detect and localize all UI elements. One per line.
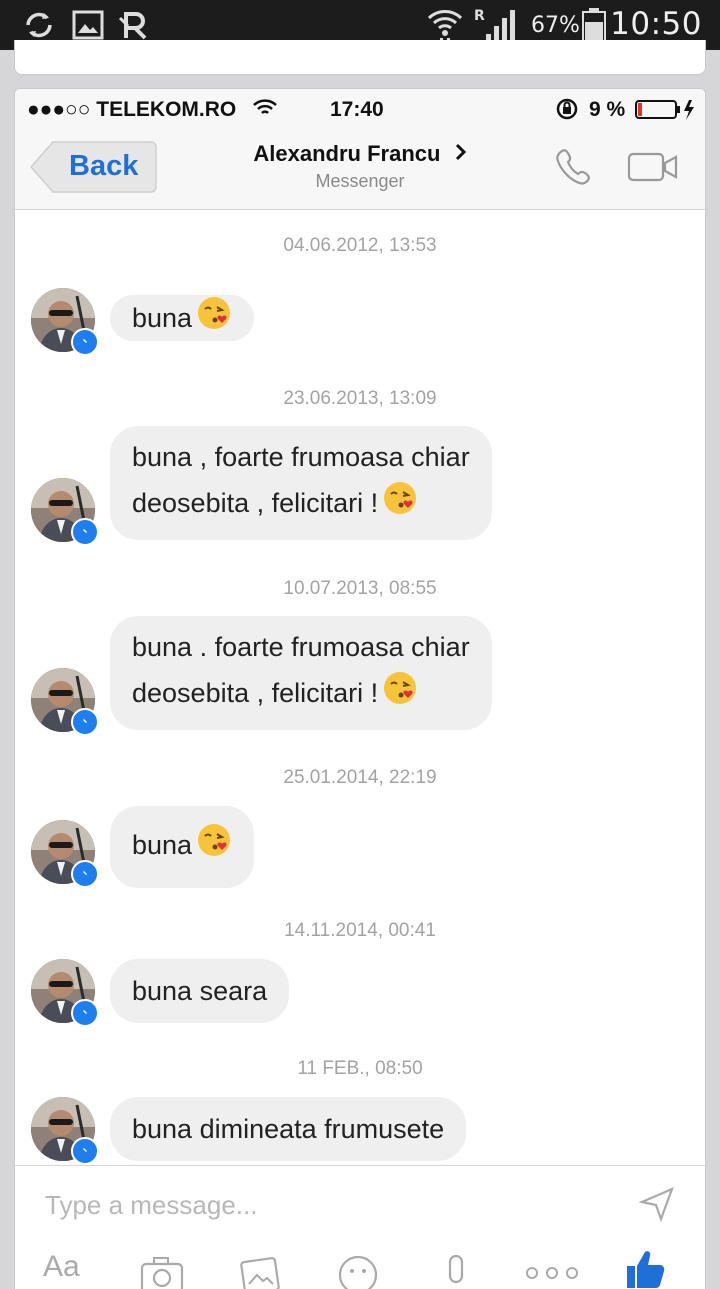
contact-subtitle: Messenger — [315, 171, 405, 191]
message-text: deosebita , felicitari ! — [132, 678, 379, 709]
conversation-header: Back Alexandru Francu Messenger — [15, 129, 705, 210]
message-text: buna — [132, 303, 193, 334]
messenger-badge-icon — [71, 328, 99, 356]
message-timestamp: 23.06.2013, 13:09 — [283, 388, 437, 409]
message-timestamp: 14.11.2014, 00:41 — [284, 920, 436, 941]
like-icon[interactable] — [623, 1246, 667, 1289]
avatar[interactable] — [31, 668, 99, 736]
avatar[interactable] — [31, 959, 99, 1027]
previous-card-edge — [14, 40, 706, 75]
chevron-right-icon — [455, 141, 467, 167]
ios-clock: 17:40 — [330, 98, 384, 121]
avatar[interactable] — [31, 1097, 99, 1165]
messenger-screenshot: ●●●○○ TELEKOM.RO 17:40 9 % Back Alexandr… — [14, 88, 706, 1289]
message-bubble[interactable]: buna . foarte frumoasa chiar deosebita ,… — [110, 616, 492, 730]
message-timestamp: 25.01.2014, 22:19 — [283, 767, 437, 788]
message-text: buna . foarte frumoasa chiar — [132, 632, 470, 662]
svg-text:R: R — [474, 8, 485, 24]
message-text: buna , foarte frumoasa chiar — [132, 442, 470, 472]
message-bubble[interactable]: buna seara — [110, 959, 290, 1023]
message-composer: Type a message... Aa — [15, 1165, 705, 1289]
contact-name-text: Alexandru Francu — [253, 141, 441, 166]
message-bubble[interactable]: buna — [110, 806, 255, 888]
kiss-emoji-icon — [196, 822, 232, 872]
camera-icon[interactable] — [139, 1254, 185, 1289]
send-icon[interactable] — [638, 1186, 675, 1227]
mic-icon[interactable] — [441, 1254, 471, 1289]
messenger-badge-icon — [71, 1137, 99, 1165]
kiss-emoji-icon — [382, 480, 418, 530]
avatar[interactable] — [31, 288, 99, 356]
message-text: buna dimineata frumusete — [132, 1114, 445, 1144]
messenger-badge-icon — [71, 708, 99, 736]
video-icon[interactable] — [627, 152, 679, 187]
phone-icon[interactable] — [553, 147, 595, 194]
message-thread[interactable]: 04.06.2012, 13:53 buna 23.06.2013, 13:09… — [15, 210, 705, 1165]
avatar[interactable] — [31, 820, 99, 888]
contact-name[interactable]: Alexandru Francu — [15, 141, 705, 167]
gallery-icon[interactable] — [239, 1254, 281, 1289]
ios-status-bar: ●●●○○ TELEKOM.RO 17:40 9 % — [15, 89, 705, 129]
messenger-badge-icon — [71, 999, 99, 1027]
kiss-emoji-icon — [196, 295, 232, 345]
carrier-label: ●●●○○ TELEKOM.RO — [27, 98, 237, 121]
rotation-lock-icon — [555, 98, 579, 126]
message-text: buna — [132, 830, 193, 861]
wifi-icon — [253, 99, 277, 123]
message-timestamp: 04.06.2012, 13:53 — [283, 235, 437, 256]
message-bubble[interactable]: buna — [110, 295, 255, 341]
more-icon[interactable] — [525, 1266, 579, 1285]
message-bubble[interactable]: buna dimineata frumusete — [110, 1097, 467, 1161]
android-clock: 10:50 — [610, 6, 702, 42]
battery-icon — [635, 99, 699, 127]
message-input[interactable]: Type a message... — [45, 1190, 257, 1221]
message-bubble[interactable]: buna , foarte frumoasa chiar deosebita ,… — [110, 426, 492, 540]
sticker-icon[interactable] — [337, 1254, 379, 1289]
message-text: deosebita , felicitari ! — [132, 488, 379, 519]
message-timestamp: 10.07.2013, 08:55 — [283, 578, 437, 599]
messenger-badge-icon — [71, 518, 99, 546]
ios-battery-label: 9 % — [589, 98, 626, 121]
text-format-button[interactable]: Aa — [43, 1250, 80, 1284]
android-battery-percent: 67% — [531, 13, 580, 38]
messenger-badge-icon — [71, 860, 99, 888]
kiss-emoji-icon — [382, 670, 418, 720]
avatar[interactable] — [31, 478, 99, 546]
message-text: buna seara — [132, 976, 268, 1006]
message-timestamp: 11 FEB., 08:50 — [297, 1058, 423, 1079]
